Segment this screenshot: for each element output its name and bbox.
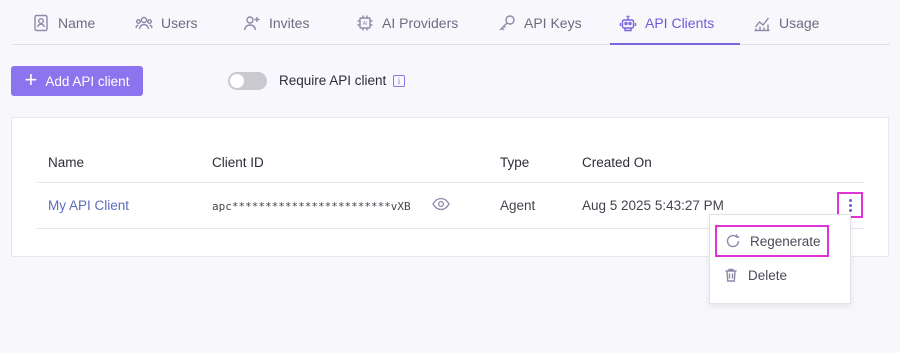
column-header-created-on: Created On — [582, 155, 652, 170]
tab-api-keys[interactable]: API Keys — [498, 0, 582, 45]
tab-api-clients-label: API Clients — [645, 14, 715, 31]
tab-name[interactable]: Name — [32, 0, 95, 45]
client-id-value: apc************************vXB — [212, 200, 411, 213]
refresh-icon — [726, 234, 740, 248]
column-header-name: Name — [48, 155, 85, 170]
tab-users[interactable]: Users — [135, 0, 198, 45]
tab-api-keys-label: API Keys — [524, 14, 582, 31]
client-type-value: Agent — [500, 198, 536, 213]
tab-usage[interactable]: Usage — [753, 0, 819, 45]
plus-icon: + — [24, 67, 38, 92]
column-header-type: Type — [500, 155, 530, 170]
menu-item-delete[interactable]: Delete — [715, 259, 829, 291]
svg-text:AI: AI — [363, 21, 368, 27]
created-on-value: Aug 5 2025 5:43:27 PM — [582, 198, 724, 213]
column-header-client-id: Client ID — [212, 155, 264, 170]
tab-usage-label: Usage — [779, 14, 820, 31]
chart-line-icon — [754, 17, 770, 31]
kebab-dot-icon — [848, 208, 852, 212]
tab-name-label: Name — [58, 14, 96, 31]
trash-icon — [725, 268, 737, 282]
contact-card-icon — [34, 14, 48, 31]
user-plus-icon — [243, 15, 260, 30]
active-tab-indicator — [610, 43, 740, 45]
menu-item-delete-label: Delete — [748, 267, 788, 283]
client-name-link[interactable]: My API Client — [48, 198, 129, 213]
tab-invites[interactable]: Invites — [243, 0, 309, 45]
menu-item-regenerate[interactable]: Regenerate — [715, 225, 829, 257]
add-api-client-label: Add API client — [45, 73, 130, 89]
tab-ai-providers[interactable]: AI AI Providers — [356, 0, 458, 45]
robot-icon — [619, 15, 637, 31]
header-divider — [37, 182, 864, 183]
users-icon — [135, 16, 153, 29]
eye-icon[interactable] — [432, 197, 450, 211]
require-api-client-toggle[interactable] — [228, 72, 267, 90]
tab-api-clients[interactable]: API Clients — [619, 0, 714, 45]
key-icon — [499, 14, 515, 30]
tab-users-label: Users — [161, 14, 198, 31]
kebab-dot-icon — [848, 198, 852, 202]
tab-invites-label: Invites — [269, 14, 310, 31]
info-icon[interactable]: i — [393, 75, 405, 87]
toggle-knob — [230, 74, 244, 88]
require-api-client-label: Require API client — [279, 73, 387, 88]
settings-tab-bar: Name Users Invites AI AI Providers API K… — [12, 0, 890, 45]
tab-ai-providers-label: AI Providers — [382, 14, 459, 31]
menu-item-regenerate-label: Regenerate — [750, 233, 821, 249]
row-actions-menu: Regenerate Delete — [709, 214, 851, 304]
chip-icon: AI — [357, 15, 373, 30]
add-api-client-button[interactable]: + Add API client — [11, 66, 143, 96]
kebab-dot-icon — [848, 203, 852, 207]
